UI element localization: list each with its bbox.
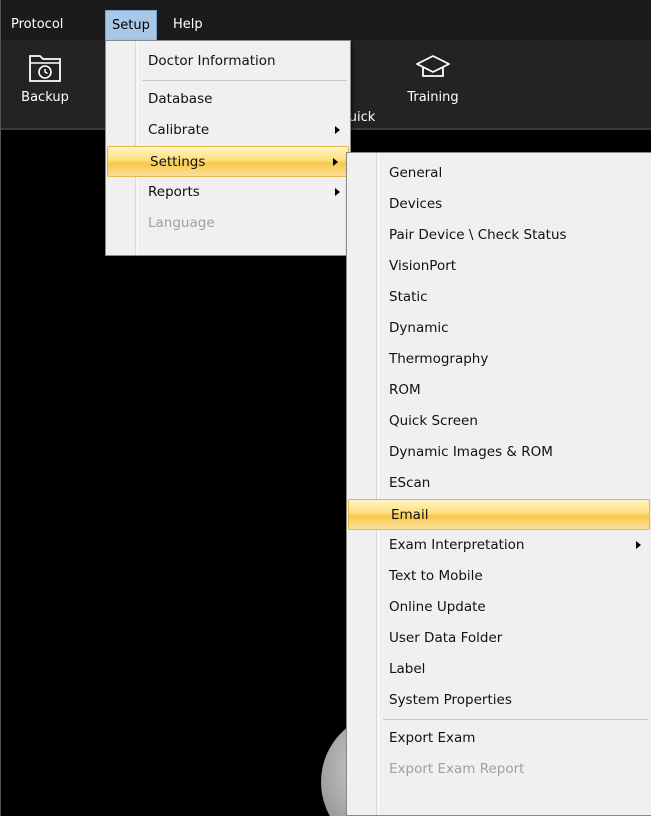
menu-item-calibrate[interactable]: Calibrate — [106, 115, 350, 146]
application-window: Protocol Setup Help Backup uick Training… — [0, 0, 651, 816]
training-label: Training — [407, 90, 459, 105]
training-icon — [399, 50, 467, 84]
menu-item-escan[interactable]: EScan — [347, 468, 651, 499]
menu-protocol[interactable]: Protocol — [5, 10, 69, 40]
menu-item-static[interactable]: Static — [347, 282, 651, 313]
menu-item-general[interactable]: General — [347, 158, 651, 189]
settings-submenu: General Devices Pair Device \ Check Stat… — [346, 152, 651, 816]
menu-item-dynamic[interactable]: Dynamic — [347, 313, 651, 344]
menu-item-exam-interpretation[interactable]: Exam Interpretation — [347, 530, 651, 561]
menu-item-devices[interactable]: Devices — [347, 189, 651, 220]
menu-item-quick-screen[interactable]: Quick Screen — [347, 406, 651, 437]
training-button[interactable]: Training — [399, 50, 467, 105]
menu-item-settings[interactable]: Settings — [107, 146, 349, 177]
menu-item-export-exam[interactable]: Export Exam — [347, 723, 651, 754]
backup-button[interactable]: Backup — [15, 50, 75, 105]
menu-item-user-data-folder[interactable]: User Data Folder — [347, 623, 651, 654]
quick-label: uick — [348, 110, 376, 125]
menu-item-dynamic-images-rom[interactable]: Dynamic Images & ROM — [347, 437, 651, 468]
submenu-arrow-icon — [335, 188, 340, 196]
menu-item-online-update[interactable]: Online Update — [347, 592, 651, 623]
submenu-arrow-icon — [636, 541, 641, 549]
menu-item-reports[interactable]: Reports — [106, 177, 350, 208]
menu-item-system-properties[interactable]: System Properties — [347, 685, 651, 716]
menu-item-database[interactable]: Database — [106, 84, 350, 115]
menu-item-text-to-mobile[interactable]: Text to Mobile — [347, 561, 651, 592]
quick-button[interactable]: uick — [347, 106, 377, 125]
menu-item-visionport[interactable]: VisionPort — [347, 251, 651, 282]
menu-item-language: Language — [148, 215, 215, 231]
menu-item-export-exam-report: Export Exam Report — [389, 761, 525, 777]
menu-item-email[interactable]: Email — [348, 499, 650, 530]
submenu-arrow-icon — [335, 126, 340, 134]
submenu-arrow-icon — [333, 158, 338, 166]
menu-item-pair-device[interactable]: Pair Device \ Check Status — [347, 220, 651, 251]
menu-item-thermography[interactable]: Thermography — [347, 344, 651, 375]
menu-item-label[interactable]: Label — [347, 654, 651, 685]
menu-separator — [347, 716, 651, 723]
backup-icon — [15, 50, 75, 84]
backup-label: Backup — [21, 90, 69, 105]
menu-item-doctor-information[interactable]: Doctor Information — [106, 46, 350, 77]
menu-help[interactable]: Help — [167, 10, 209, 40]
menu-setup[interactable]: Setup — [105, 10, 157, 40]
menu-item-rom[interactable]: ROM — [347, 375, 651, 406]
menu-bar: Protocol Setup Help — [1, 0, 651, 40]
menu-separator — [106, 77, 350, 84]
setup-menu: Doctor Information Database Calibrate Se… — [105, 40, 351, 256]
